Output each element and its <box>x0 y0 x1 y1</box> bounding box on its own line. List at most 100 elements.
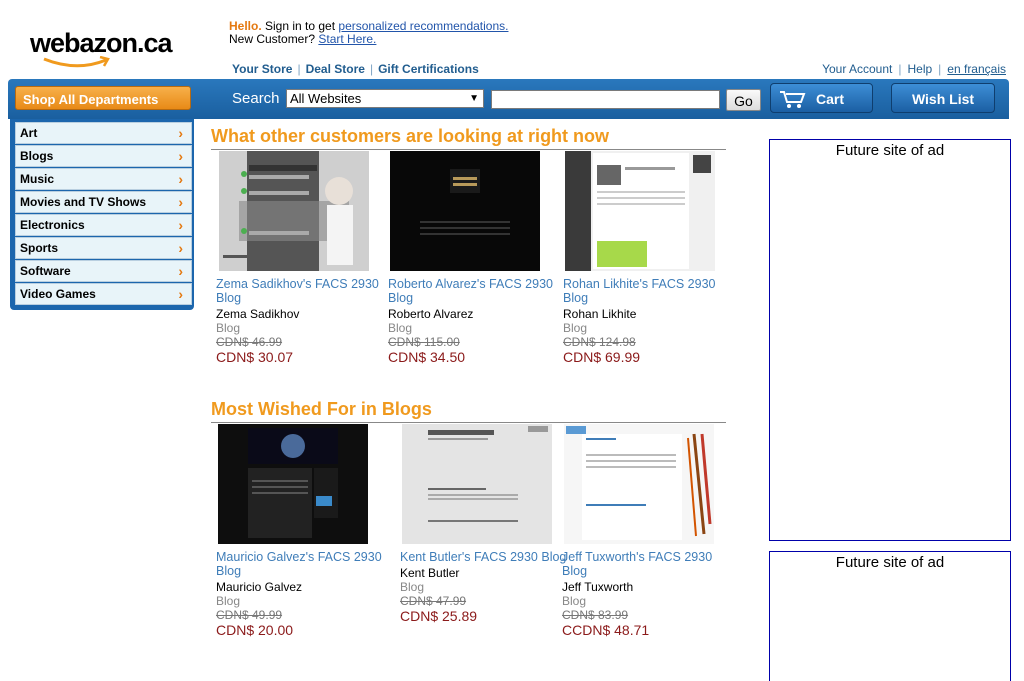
blog-screenshot-image <box>390 151 540 271</box>
chevron-right-icon: › <box>178 171 183 187</box>
department-label: Blogs <box>20 149 54 163</box>
product-title-link[interactable]: Kent Butler's FACS 2930 Blog <box>400 550 575 564</box>
search-input[interactable] <box>491 90 720 109</box>
chevron-right-icon: › <box>178 148 183 164</box>
product-title-link[interactable]: Zema Sadikhov's FACS 2930 Blog <box>216 277 391 305</box>
department-item-movies[interactable]: Movies and TV Shows › <box>15 191 192 213</box>
new-customer-text: New Customer? <box>229 32 319 46</box>
product-thumbnail[interactable] <box>390 151 540 271</box>
selected-category: All Websites <box>290 91 362 106</box>
smile-arrow-icon <box>43 56 110 68</box>
department-item-art[interactable]: Art › <box>15 122 192 144</box>
nav-separator: | <box>938 62 942 76</box>
greeting: Hello. Sign in to get personalized recom… <box>229 20 508 46</box>
sale-price: CDN$ 20.00 <box>216 622 294 638</box>
account-nav: Your Account | Help | en français <box>822 62 1006 76</box>
deal-store-link[interactable]: Deal Store <box>306 62 365 76</box>
search-label: Search <box>232 90 280 107</box>
signin-text: Sign in to get <box>261 19 339 33</box>
site-logo[interactable]: webazon.ca <box>30 28 173 68</box>
nav-separator: | <box>297 62 301 76</box>
your-account-link[interactable]: Your Account <box>822 62 892 76</box>
nav-separator: | <box>898 62 902 76</box>
cart-label: Cart <box>816 91 845 107</box>
list-price: CDN$ 124.98 <box>563 335 636 349</box>
product-title-link[interactable]: Rohan Likhite's FACS 2930 Blog <box>563 277 738 305</box>
product-card: Mauricio Galvez's FACS 2930 Blog Maurici… <box>216 424 391 638</box>
sale-price: CDN$ 34.50 <box>388 349 466 365</box>
go-button[interactable]: Go <box>726 89 761 111</box>
hello-text: Hello. <box>229 19 262 33</box>
sale-price: CDN$ 69.99 <box>563 349 641 365</box>
cart-icon <box>780 91 806 108</box>
section-title-most-wished: Most Wished For in Blogs <box>211 399 432 419</box>
sale-price: CDN$ 25.89 <box>400 608 478 624</box>
department-item-sports[interactable]: Sports › <box>15 237 192 259</box>
product-author: Roberto Alvarez <box>388 307 474 321</box>
gift-certifications-link[interactable]: Gift Certifications <box>378 62 479 76</box>
chevron-right-icon: › <box>178 240 183 256</box>
product-title-link[interactable]: Mauricio Galvez's FACS 2930 Blog <box>216 550 391 578</box>
logo-text: webazon.ca <box>30 28 173 58</box>
department-label: Art <box>20 126 38 140</box>
department-item-electronics[interactable]: Electronics › <box>15 214 192 236</box>
product-type: Blog <box>216 594 241 608</box>
product-type: Blog <box>388 321 413 335</box>
cart-button[interactable]: Cart <box>770 83 873 113</box>
nav-separator: | <box>369 62 374 76</box>
product-author: Jeff Tuxworth <box>562 580 634 594</box>
product-type: Blog <box>562 594 587 608</box>
product-title-link[interactable]: Roberto Alvarez's FACS 2930 Blog <box>388 277 563 305</box>
department-label: Software <box>20 264 71 278</box>
product-title-link[interactable]: Jeff Tuxworth's FACS 2930 Blog <box>562 550 737 578</box>
chevron-right-icon: › <box>178 217 183 233</box>
your-store-link[interactable]: Your Store <box>232 62 292 76</box>
shop-all-departments-button[interactable]: Shop All Departments <box>15 86 191 110</box>
ad-placeholder: Future site of ad <box>769 139 1011 541</box>
product-thumbnail[interactable] <box>218 424 368 544</box>
wish-list-button[interactable]: Wish List <box>891 83 995 113</box>
blog-screenshot-image <box>564 424 714 544</box>
product-card: Jeff Tuxworth's FACS 2930 Blog Jeff Tuxw… <box>562 424 737 638</box>
product-thumbnail[interactable] <box>564 424 714 544</box>
blog-screenshot-image <box>219 151 369 271</box>
department-item-music[interactable]: Music › <box>15 168 192 190</box>
ad-placeholder: Future site of ad <box>769 551 1011 681</box>
blog-screenshot-image <box>218 424 368 544</box>
store-nav: Your Store | Deal Store | Gift Certification… <box>232 62 479 76</box>
list-price: CDN$ 49.99 <box>216 608 283 622</box>
product-thumbnail[interactable] <box>219 151 369 271</box>
list-price: CDN$ 115.00 <box>388 335 460 349</box>
list-price: CDN$ 46.99 <box>216 335 283 349</box>
product-author: Rohan Likhite <box>563 307 637 321</box>
product-thumbnail[interactable] <box>565 151 715 271</box>
chevron-right-icon: › <box>178 263 183 279</box>
product-type: Blog <box>216 321 241 335</box>
start-here-link[interactable]: Start Here. <box>318 32 376 46</box>
department-item-video-games[interactable]: Video Games › <box>15 283 192 305</box>
chevron-right-icon: › <box>178 125 183 141</box>
department-label: Video Games <box>20 287 96 301</box>
personalized-link[interactable]: personalized recommendations. <box>338 19 508 33</box>
help-link[interactable]: Help <box>907 62 932 76</box>
ad-text: Future site of ad <box>835 554 945 571</box>
section-divider <box>211 149 726 150</box>
dropdown-arrow-icon: ▼ <box>469 93 479 104</box>
department-label: Sports <box>20 241 59 255</box>
department-item-blogs[interactable]: Blogs › <box>15 145 192 167</box>
search-category-select[interactable]: All Websites ▼ <box>286 89 484 108</box>
french-link[interactable]: en français <box>947 62 1006 76</box>
product-card: Rohan Likhite's FACS 2930 Blog Rohan Lik… <box>563 151 738 365</box>
product-card: Kent Butler's FACS 2930 Blog Kent Butler… <box>400 424 575 624</box>
department-item-software[interactable]: Software › <box>15 260 192 282</box>
product-card: Roberto Alvarez's FACS 2930 Blog Roberto… <box>388 151 563 365</box>
section-title-looking-at: What other customers are looking at righ… <box>211 126 610 146</box>
sale-price: CDN$ 30.07 <box>216 349 294 365</box>
department-label: Electronics <box>20 218 85 232</box>
list-price: CDN$ 47.99 <box>400 594 467 608</box>
section-divider <box>211 422 726 423</box>
product-thumbnail[interactable] <box>402 424 552 544</box>
departments-sidebar: Art › Blogs › Music › Movies and TV Shows › … <box>10 119 194 310</box>
product-author: Zema Sadikhov <box>216 307 300 321</box>
ad-text: Future site of ad <box>835 142 945 159</box>
